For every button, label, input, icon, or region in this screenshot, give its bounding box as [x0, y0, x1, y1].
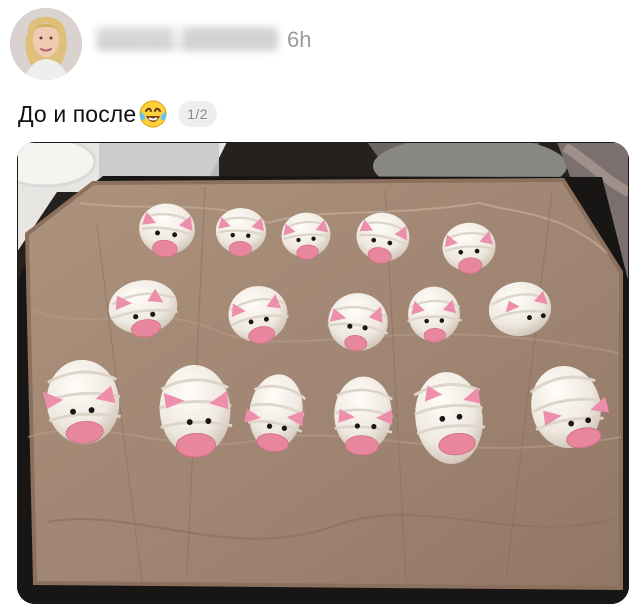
post-header: _____._____ 6h: [0, 0, 640, 90]
face-with-tears-of-joy-icon: [138, 99, 168, 129]
post-photo[interactable]: [17, 142, 629, 604]
username[interactable]: _____._____: [96, 27, 278, 51]
post-caption: До и после: [18, 101, 137, 127]
post-timestamp: 6h: [287, 27, 312, 52]
avatar[interactable]: [10, 8, 82, 80]
avatar-image: [10, 8, 82, 80]
caption-row: До и после 1/2: [18, 96, 217, 132]
page-indicator: 1/2: [178, 101, 217, 127]
baking-tray-photo: [17, 142, 629, 604]
